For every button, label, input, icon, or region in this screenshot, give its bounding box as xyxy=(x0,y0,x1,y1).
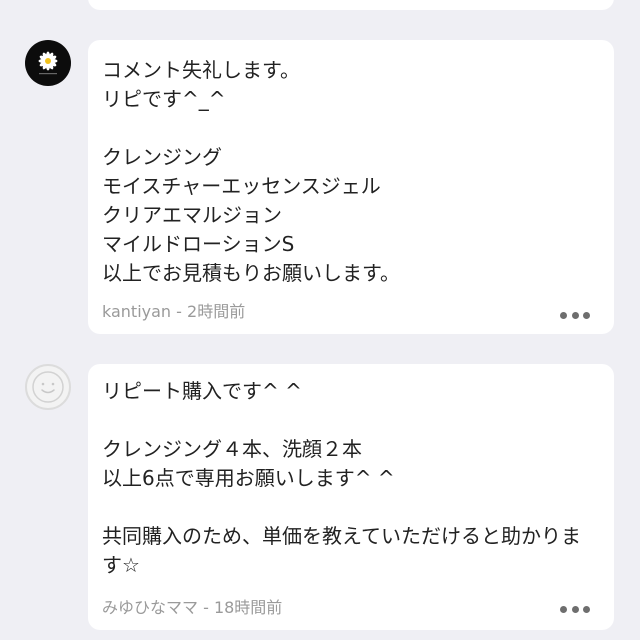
more-options-icon[interactable] xyxy=(560,311,590,319)
comment-text: リピート購入です^ ^ クレンジング４本、洗顔２本 以上6点で専用お願いします^… xyxy=(102,379,581,577)
comment-card: コメント失礼します。 リピです^_^ クレンジング モイスチャーエッセンスジェル… xyxy=(88,40,614,334)
comment-meta: みゆひなママ - 18時間前 xyxy=(102,598,283,617)
dot xyxy=(560,311,567,319)
dot xyxy=(571,605,579,613)
daisy-avatar-icon xyxy=(38,51,58,75)
comment-card: リピート購入です^ ^ クレンジング４本、洗顔２本 以上6点で専用お願いします^… xyxy=(88,364,614,630)
user-avatar[interactable] xyxy=(25,364,71,410)
comment-meta: kantiyan - 2時間前 xyxy=(102,302,246,321)
dot xyxy=(583,311,590,319)
dot xyxy=(571,311,579,319)
dot xyxy=(560,605,567,613)
previous-comment-card xyxy=(88,0,614,10)
default-avatar-icon xyxy=(32,371,64,403)
dot xyxy=(583,605,590,613)
more-options-icon[interactable] xyxy=(560,605,590,613)
comment-thread: コメント失礼します。 リピです^_^ クレンジング モイスチャーエッセンスジェル… xyxy=(0,0,640,640)
user-avatar[interactable] xyxy=(25,40,71,86)
comment-text: コメント失礼します。 リピです^_^ クレンジング モイスチャーエッセンスジェル… xyxy=(102,58,400,285)
